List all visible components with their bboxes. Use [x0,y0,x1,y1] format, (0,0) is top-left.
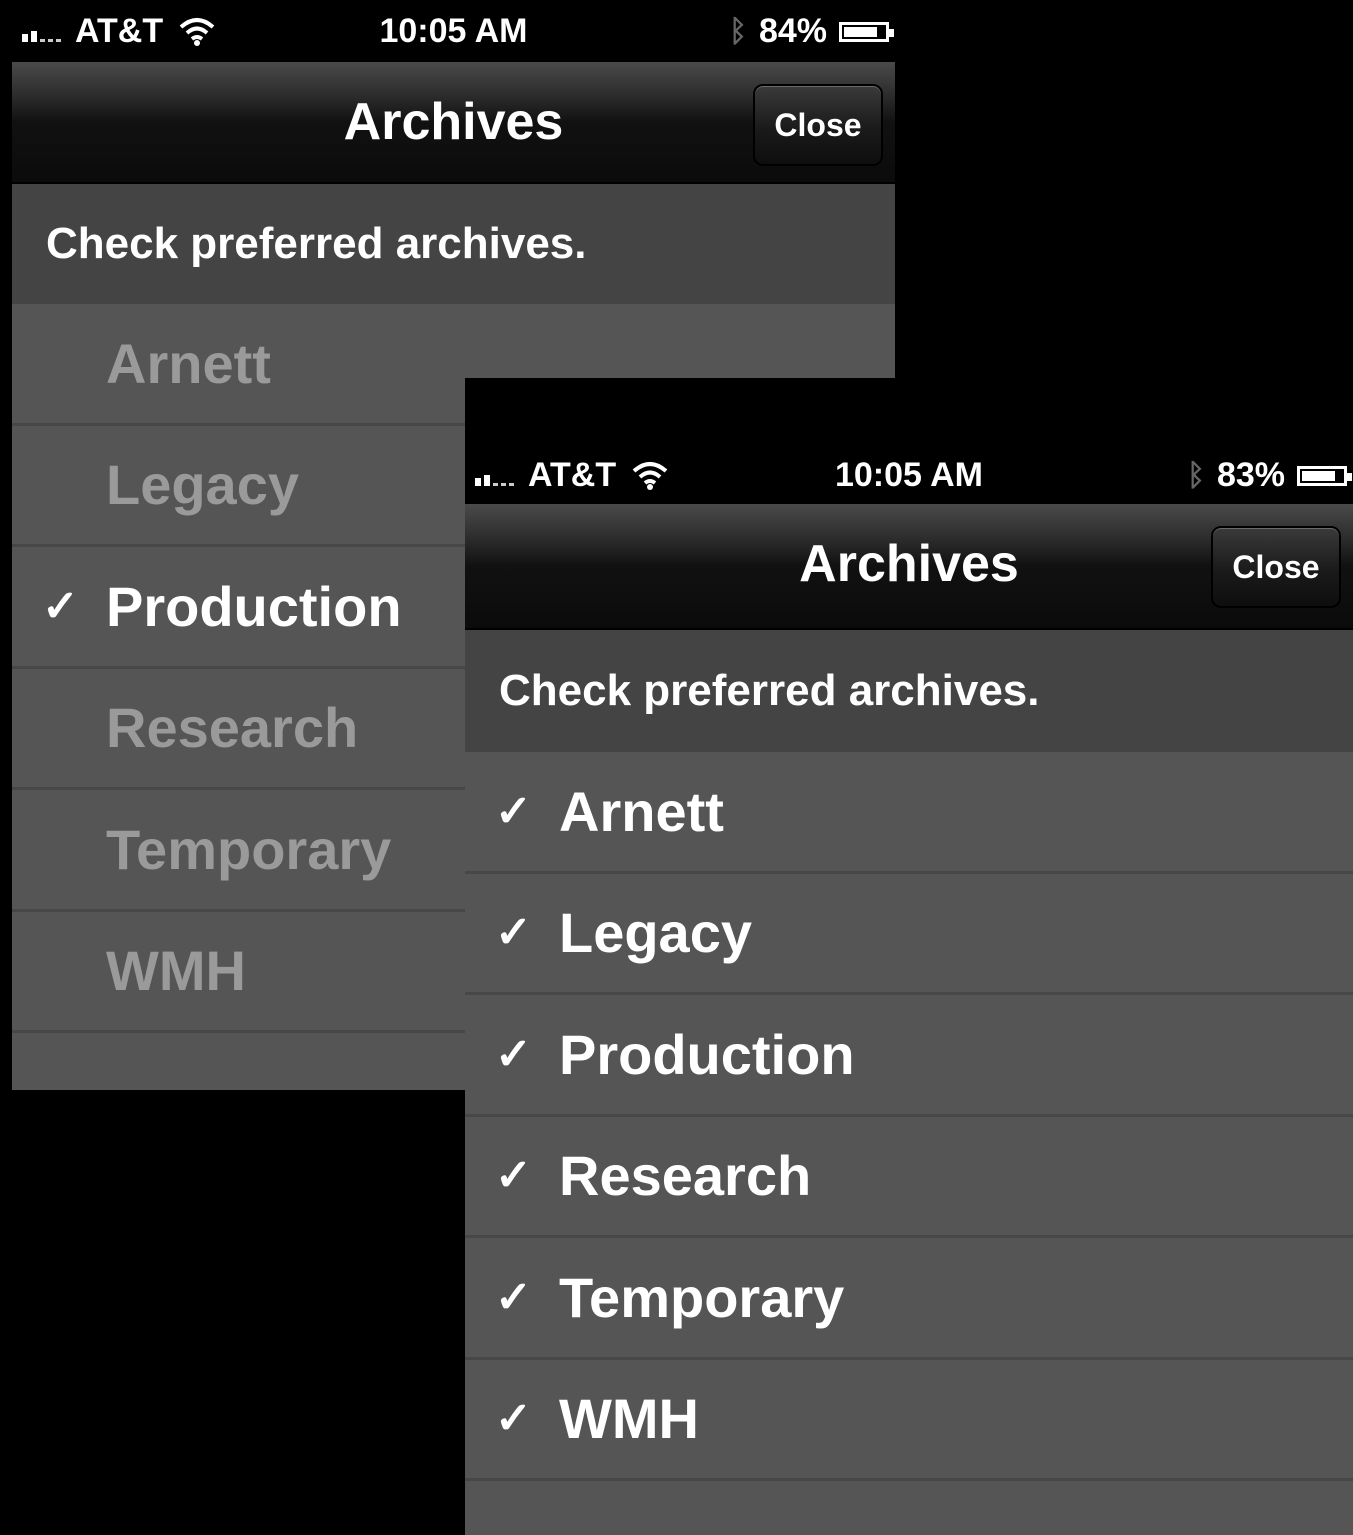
wifi-icon [632,461,668,490]
battery-icon [1297,465,1352,486]
instruction-text: Check preferred archives. [12,184,895,304]
bluetooth-icon: ᛒ [728,14,747,48]
archive-label: Arnett [559,779,724,843]
archive-label: Legacy [559,901,752,965]
archive-label: WMH [559,1387,699,1451]
status-bar: AT&T 10:05 AM ᛒ 83% [465,444,1353,506]
status-time: 10:05 AM [379,12,528,50]
bluetooth-icon: ᛒ [1186,458,1205,492]
archive-label: Production [559,1022,855,1086]
navigation-bar: Archives Close [465,504,1353,630]
close-button[interactable]: Close [1211,526,1341,608]
signal-bars-icon [475,466,514,486]
checkmark-icon: ✓ [495,1394,532,1444]
battery-percent: 84% [758,12,827,50]
archive-row-legacy[interactable]: ✓ Legacy [465,874,1353,995]
archive-label: Temporary [559,1265,845,1329]
checkmark-icon: ✓ [495,908,532,958]
close-button[interactable]: Close [753,84,883,166]
status-bar: AT&T 10:05 AM ᛒ 84% [12,0,895,62]
archives-screen-after: AT&T 10:05 AM ᛒ 83% Archives Close Check… [465,378,1353,1535]
checkmark-icon: ✓ [42,581,79,631]
archive-label: Research [106,696,359,760]
carrier-label: AT&T [528,456,617,494]
archive-row-arnett[interactable]: ✓ Arnett [465,752,1353,874]
status-time: 10:05 AM [834,456,984,494]
checkmark-icon: ✓ [495,1151,532,1201]
empty-row [465,1481,1353,1535]
battery-percent: 83% [1216,456,1285,494]
archive-list: ✓ Arnett ✓ Legacy ✓ Production ✓ Research ✓ Tempo… [465,752,1353,1535]
archive-label: Arnett [106,331,271,395]
archive-label: Production [106,574,402,638]
battery-icon [839,21,894,42]
archive-label: Research [559,1144,812,1208]
archive-row-wmh[interactable]: ✓ WMH [465,1360,1353,1481]
archive-row-research[interactable]: ✓ Research [465,1117,1353,1238]
carrier-label: AT&T [75,12,164,50]
instruction-text: Check preferred archives. [465,630,1353,752]
checkmark-icon: ✓ [495,1272,532,1322]
signal-bars-icon [22,22,61,42]
navigation-bar: Archives Close [12,62,895,184]
archive-row-temporary[interactable]: ✓ Temporary [465,1238,1353,1360]
archive-label: WMH [106,939,246,1003]
wifi-icon [179,17,215,46]
archive-label: Legacy [106,453,299,517]
checkmark-icon: ✓ [495,1029,532,1079]
archive-label: Temporary [106,817,392,881]
checkmark-icon: ✓ [495,786,532,836]
archive-row-production[interactable]: ✓ Production [465,995,1353,1117]
